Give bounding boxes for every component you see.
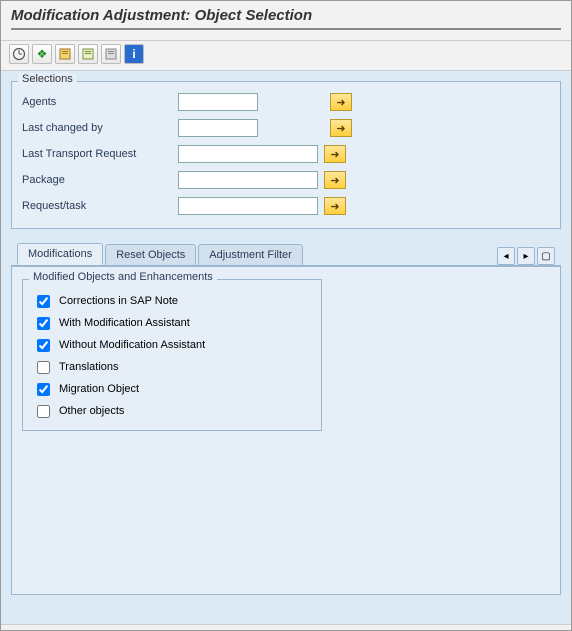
page-title: Modification Adjustment: Object Selectio… (11, 7, 561, 30)
tabs-row: Modifications Reset Objects Adjustment F… (11, 242, 561, 264)
tab-scroll-left-icon[interactable]: ◂ (497, 247, 515, 265)
delete-variant-icon[interactable] (101, 44, 121, 64)
multi-select-icon[interactable]: ➜ (324, 171, 346, 189)
field-label: Agents (22, 96, 172, 108)
selection-row: Request/task ➜ (22, 194, 550, 218)
package-input[interactable] (178, 171, 318, 189)
sap-window: Modification Adjustment: Object Selectio… (0, 0, 572, 631)
selection-row: Last Transport Request ➜ (22, 142, 550, 166)
title-bar: Modification Adjustment: Object Selectio… (1, 1, 571, 41)
selection-row: Last changed by ➜ (22, 116, 550, 140)
selections-title: Selections (18, 73, 77, 85)
request-task-input[interactable] (178, 197, 318, 215)
tab-body-container: Modified Objects and Enhancements Correc… (11, 265, 561, 595)
multi-select-icon[interactable]: ➜ (324, 145, 346, 163)
chk-corrections-sap-note[interactable] (37, 295, 50, 308)
checkbox-label: With Modification Assistant (59, 317, 190, 329)
last-changed-by-input[interactable] (178, 119, 258, 137)
tabstrip: Modifications Reset Objects Adjustment F… (11, 243, 561, 595)
multi-select-icon[interactable]: ➜ (324, 197, 346, 215)
checkbox-row: Translations (33, 356, 311, 378)
checkbox-row: With Modification Assistant (33, 312, 311, 334)
tab-body: Modified Objects and Enhancements Correc… (12, 266, 560, 443)
footer-strip (1, 624, 571, 630)
checkbox-label: Without Modification Assistant (59, 339, 205, 351)
content-area: © www.tutorialkart.com Selections Agents… (1, 71, 571, 631)
execute-icon[interactable] (9, 44, 29, 64)
tab-nav: ◂ ▸ ▢ (497, 247, 561, 265)
tab-scroll-right-icon[interactable]: ▸ (517, 247, 535, 265)
chk-translations[interactable] (37, 361, 50, 374)
chk-migration-object[interactable] (37, 383, 50, 396)
last-transport-input[interactable] (178, 145, 318, 163)
checkbox-label: Other objects (59, 405, 124, 417)
modified-objects-title: Modified Objects and Enhancements (29, 271, 217, 283)
checkbox-row: Migration Object (33, 378, 311, 400)
field-label: Last changed by (22, 122, 172, 134)
save-variant-icon[interactable] (55, 44, 75, 64)
tab-modifications[interactable]: Modifications (17, 243, 103, 265)
multi-select-icon[interactable]: ➜ (330, 119, 352, 137)
chk-other-objects[interactable] (37, 405, 50, 418)
checkbox-label: Corrections in SAP Note (59, 295, 178, 307)
variant-icon[interactable]: ❖ (32, 44, 52, 64)
field-label: Last Transport Request (22, 148, 172, 160)
modified-objects-group: Modified Objects and Enhancements Correc… (22, 279, 322, 431)
checkbox-row: Other objects (33, 400, 311, 422)
multi-select-icon[interactable]: ➜ (330, 93, 352, 111)
selection-row: Package ➜ (22, 168, 550, 192)
checkbox-label: Translations (59, 361, 119, 373)
info-icon[interactable]: i (124, 44, 144, 64)
chk-without-mod-assist[interactable] (37, 339, 50, 352)
selection-row: Agents ➜ (22, 90, 550, 114)
field-label: Package (22, 174, 172, 186)
tab-reset-objects[interactable]: Reset Objects (105, 244, 196, 265)
checkbox-row: Corrections in SAP Note (33, 290, 311, 312)
get-variant-icon[interactable] (78, 44, 98, 64)
field-label: Request/task (22, 200, 172, 212)
selections-group: Selections Agents ➜ Last changed by ➜ La… (11, 81, 561, 229)
tab-list-icon[interactable]: ▢ (537, 247, 555, 265)
checkbox-label: Migration Object (59, 383, 139, 395)
checkbox-row: Without Modification Assistant (33, 334, 311, 356)
tab-adjustment-filter[interactable]: Adjustment Filter (198, 244, 303, 265)
chk-with-mod-assist[interactable] (37, 317, 50, 330)
agents-input[interactable] (178, 93, 258, 111)
toolbar: ❖ i (1, 41, 571, 71)
